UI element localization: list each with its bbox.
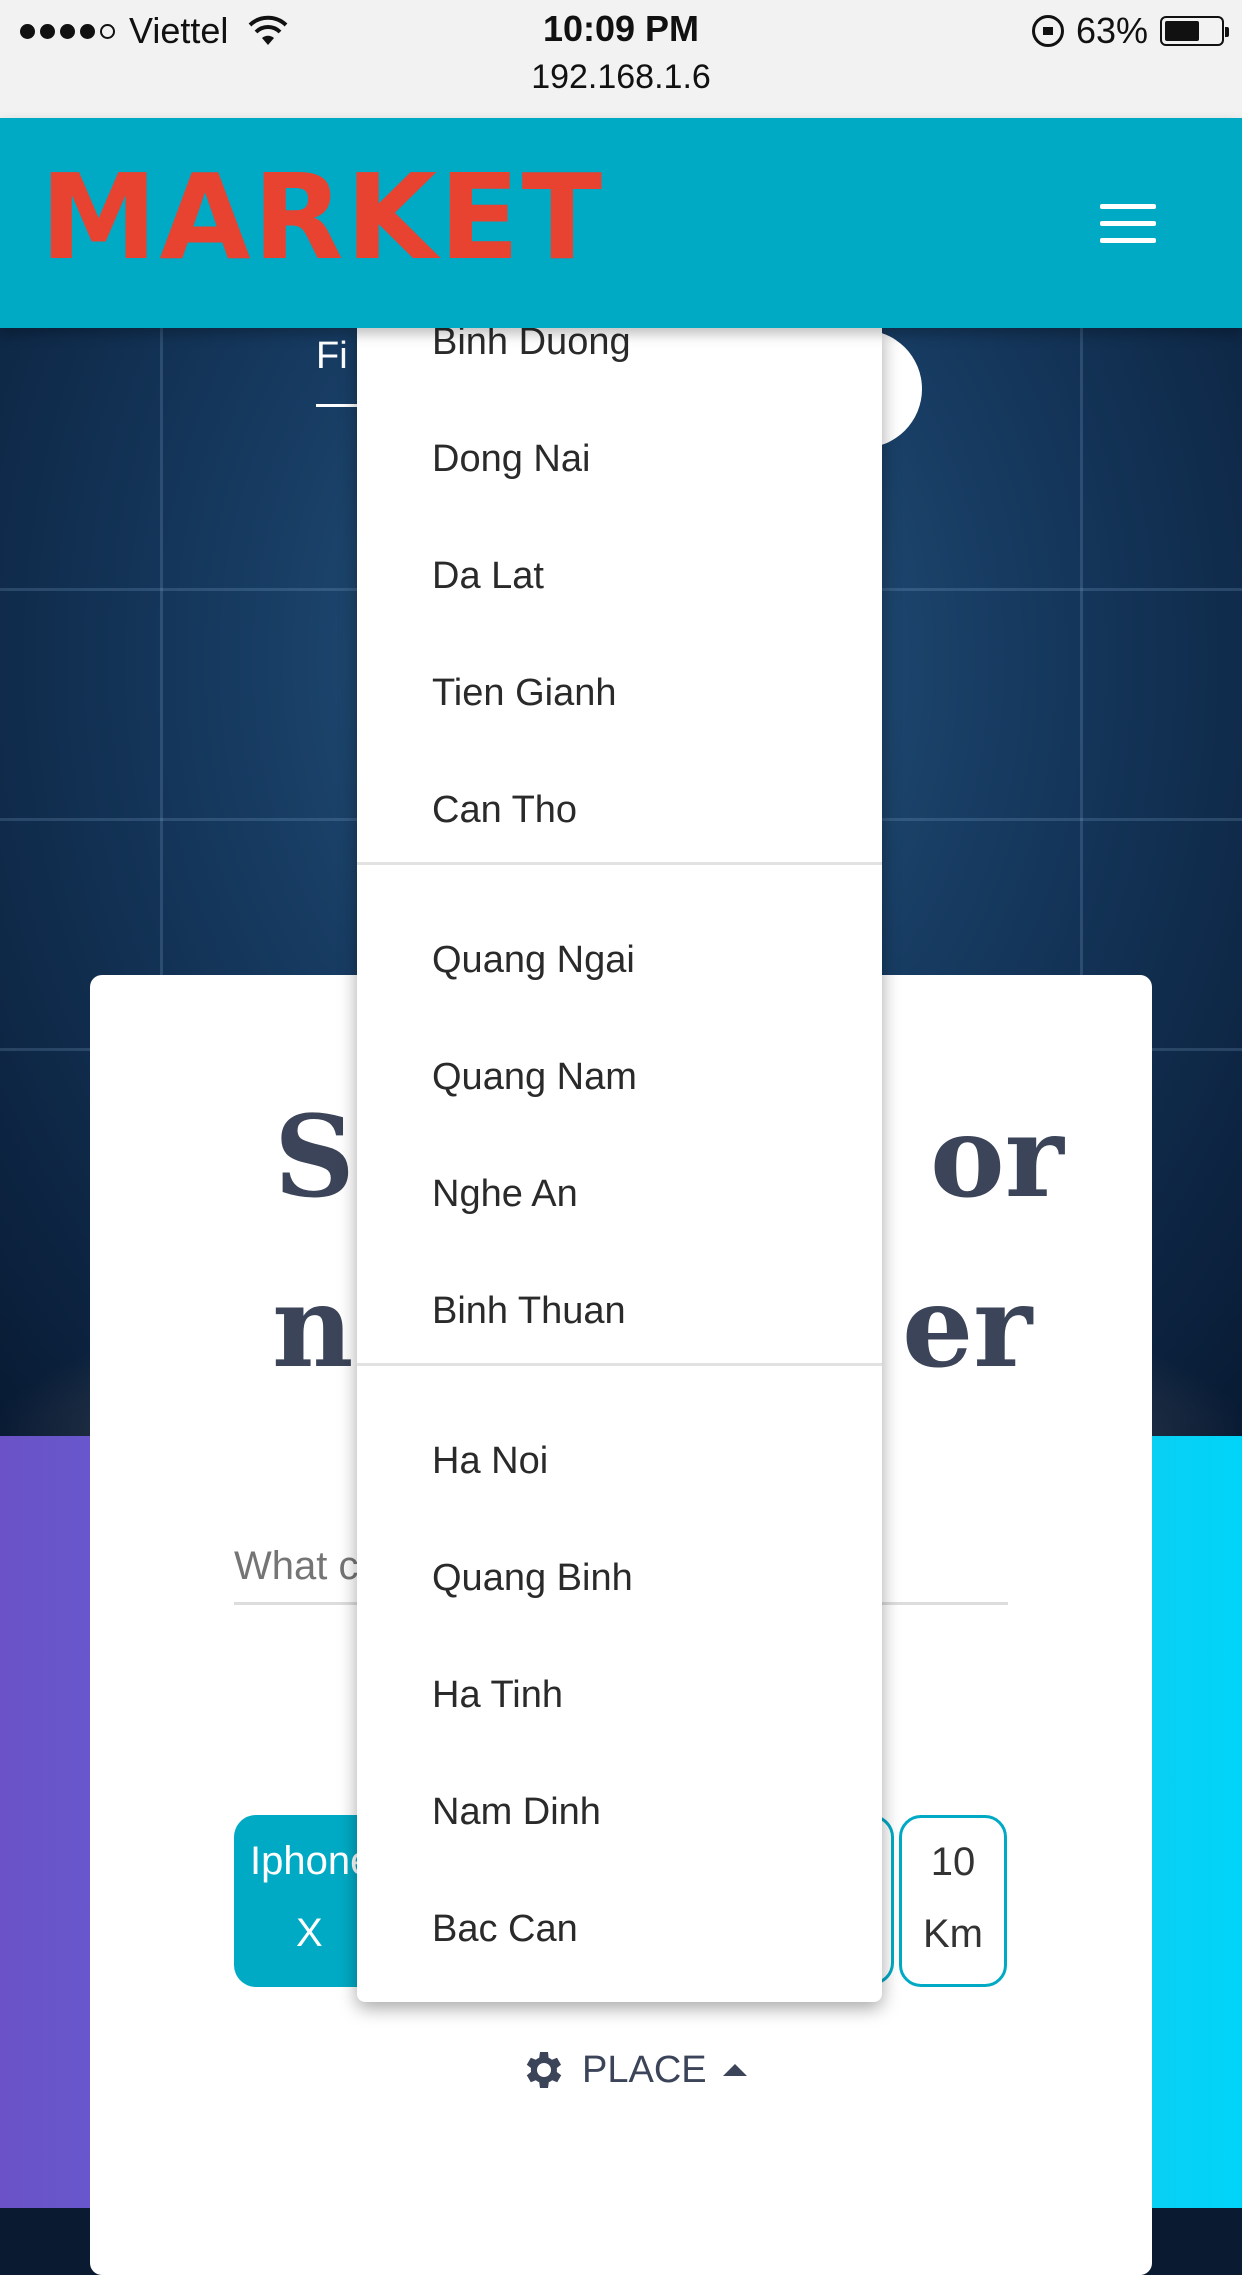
dropdown-item[interactable]: Binh Duong — [432, 328, 631, 364]
product-chip-line1: Iphone — [250, 1839, 373, 1883]
dropdown-item[interactable]: Da Lat — [432, 555, 544, 598]
battery-percent: 63% — [1075, 10, 1148, 51]
address-bar-url[interactable]: 192.168.1.6 — [0, 58, 1242, 97]
dropdown-item[interactable]: Quang Ngai — [432, 939, 635, 982]
rotation-lock-icon — [1031, 15, 1064, 47]
place-button[interactable]: PLACE — [518, 2040, 747, 2100]
title-fragment: or — [930, 1092, 1064, 1223]
dropdown-item[interactable]: Can Tho — [432, 789, 577, 832]
dropdown-item[interactable]: Quang Nam — [432, 1056, 637, 1099]
distance-value: 10 — [930, 1840, 976, 1884]
gear-icon — [526, 2052, 562, 2088]
product-chip-line2: X — [296, 1911, 323, 1955]
dropdown-divider — [357, 862, 882, 865]
hero-tab-label[interactable]: Fi — [316, 335, 348, 378]
dropdown-item[interactable]: Nghe An — [432, 1173, 578, 1216]
battery-icon — [1160, 16, 1229, 46]
dropdown-item[interactable]: Nam Dinh — [432, 1791, 601, 1834]
market-logo[interactable]: MARKET — [40, 158, 604, 276]
dropdown-divider — [357, 1363, 882, 1366]
distance-chip[interactable]: 10 Km — [899, 1815, 1007, 1987]
distance-unit: Km — [923, 1912, 983, 1956]
battery-group: 63% — [1031, 10, 1229, 52]
status-bar: Viettel 10:09 PM 192.168.1.6 63% — [0, 0, 1242, 118]
dropdown-item[interactable]: Binh Thuan — [432, 1290, 626, 1333]
dropdown-item[interactable]: Quang Binh — [432, 1557, 633, 1600]
dropdown-item[interactable]: Ha Tinh — [432, 1674, 563, 1717]
dropdown-item[interactable]: Dong Nai — [432, 438, 590, 481]
caret-up-icon — [722, 2064, 747, 2076]
app-header: MARKET — [0, 118, 1242, 328]
city-dropdown[interactable]: Binh Duong Dong Nai Da Lat Tien Gianh Can Th… — [357, 328, 882, 2002]
dropdown-item[interactable]: Tien Gianh — [432, 672, 616, 715]
title-fragment: er — [902, 1262, 1033, 1393]
hamburger-menu-icon[interactable] — [1100, 204, 1156, 244]
dropdown-item[interactable]: Bac Can — [432, 1908, 578, 1951]
place-button-label: PLACE — [582, 2048, 707, 2091]
dropdown-item[interactable]: Ha Noi — [432, 1440, 548, 1483]
